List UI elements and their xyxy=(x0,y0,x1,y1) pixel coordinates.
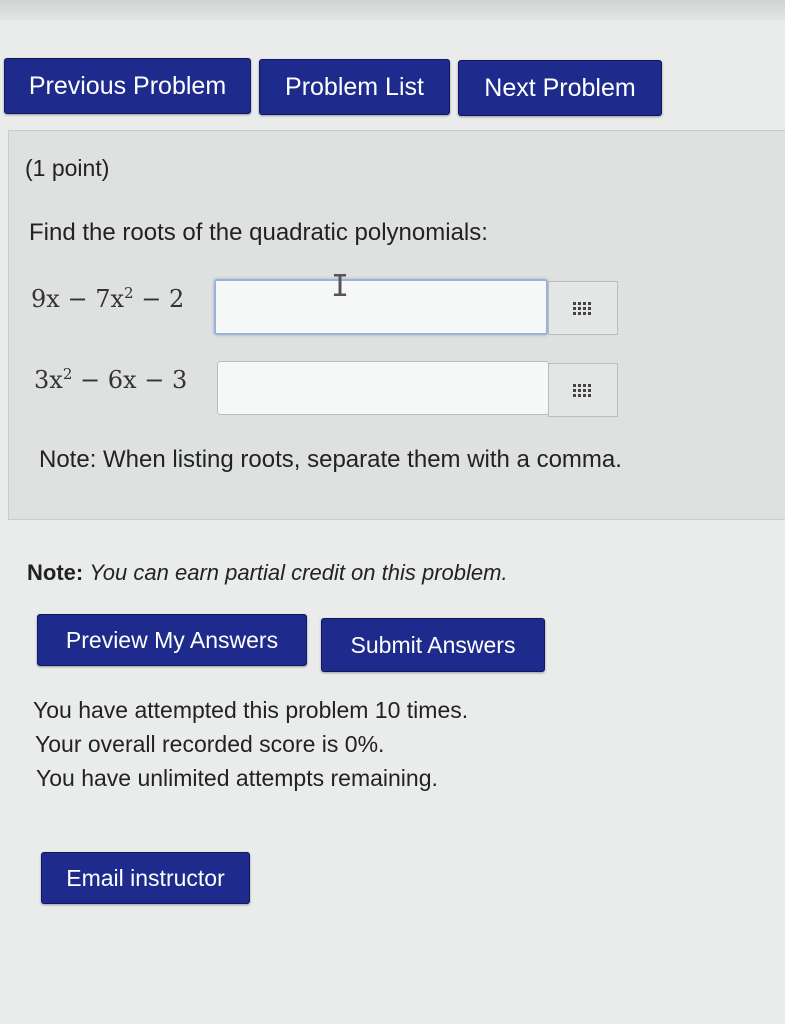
remaining-attempts-text: You have unlimited attempts remaining. xyxy=(36,765,438,791)
answer-input-2[interactable] xyxy=(217,361,549,415)
text-cursor-icon: I xyxy=(331,269,350,304)
eq2-term-b: 6x xyxy=(107,366,137,394)
preview-answers-button[interactable]: Preview My Answers xyxy=(37,614,307,666)
submit-answers-button[interactable]: Submit Answers xyxy=(321,618,545,672)
grid-icon xyxy=(573,383,593,397)
equation-editor-button-2[interactable] xyxy=(548,363,618,417)
eq1-term-c: 2 xyxy=(168,285,185,313)
eq2-minus-1: − xyxy=(80,366,101,394)
eq2-minus-2: − xyxy=(144,366,165,394)
comma-note: Note: When listing roots, separate them … xyxy=(39,446,622,473)
grid-icon xyxy=(573,301,593,315)
eq2-term-c: 3 xyxy=(171,366,188,394)
problem-list-button[interactable]: Problem List xyxy=(259,59,450,115)
eq1-minus-2: − xyxy=(141,285,162,313)
eq1-exponent: 2 xyxy=(124,284,134,302)
polynomial-2: 3x2 − 6x − 3 xyxy=(34,365,187,394)
score-text: Your overall recorded score is 0%. xyxy=(35,731,385,757)
attempts-text: You have attempted this problem 10 times… xyxy=(33,697,469,723)
email-instructor-button[interactable]: Email instructor xyxy=(41,852,250,904)
eq1-minus-1: − xyxy=(67,285,88,313)
problem-prompt: Find the roots of the quadratic polynomi… xyxy=(29,219,488,246)
polynomial-1: 9x − 7x2 − 2 xyxy=(31,284,184,313)
eq2-term-a: 3x xyxy=(34,366,63,394)
eq1-term-a: 9x xyxy=(31,285,60,313)
eq2-exponent: 2 xyxy=(62,365,73,383)
partial-credit-text: You can earn partial credit on this prob… xyxy=(89,560,508,585)
point-value: (1 point) xyxy=(25,155,110,181)
equation-editor-button-1[interactable] xyxy=(548,281,618,335)
answer-input-1[interactable] xyxy=(214,279,548,335)
previous-problem-button[interactable]: Previous Problem xyxy=(4,58,251,114)
eq1-term-b: 7x xyxy=(95,285,125,313)
next-problem-button[interactable]: Next Problem xyxy=(458,60,662,116)
partial-credit-note: Note: You can earn partial credit on thi… xyxy=(27,560,508,586)
page-header-band xyxy=(0,0,785,20)
partial-credit-label: Note: xyxy=(27,560,84,585)
problem-panel: (1 point) Find the roots of the quadrati… xyxy=(8,130,785,520)
